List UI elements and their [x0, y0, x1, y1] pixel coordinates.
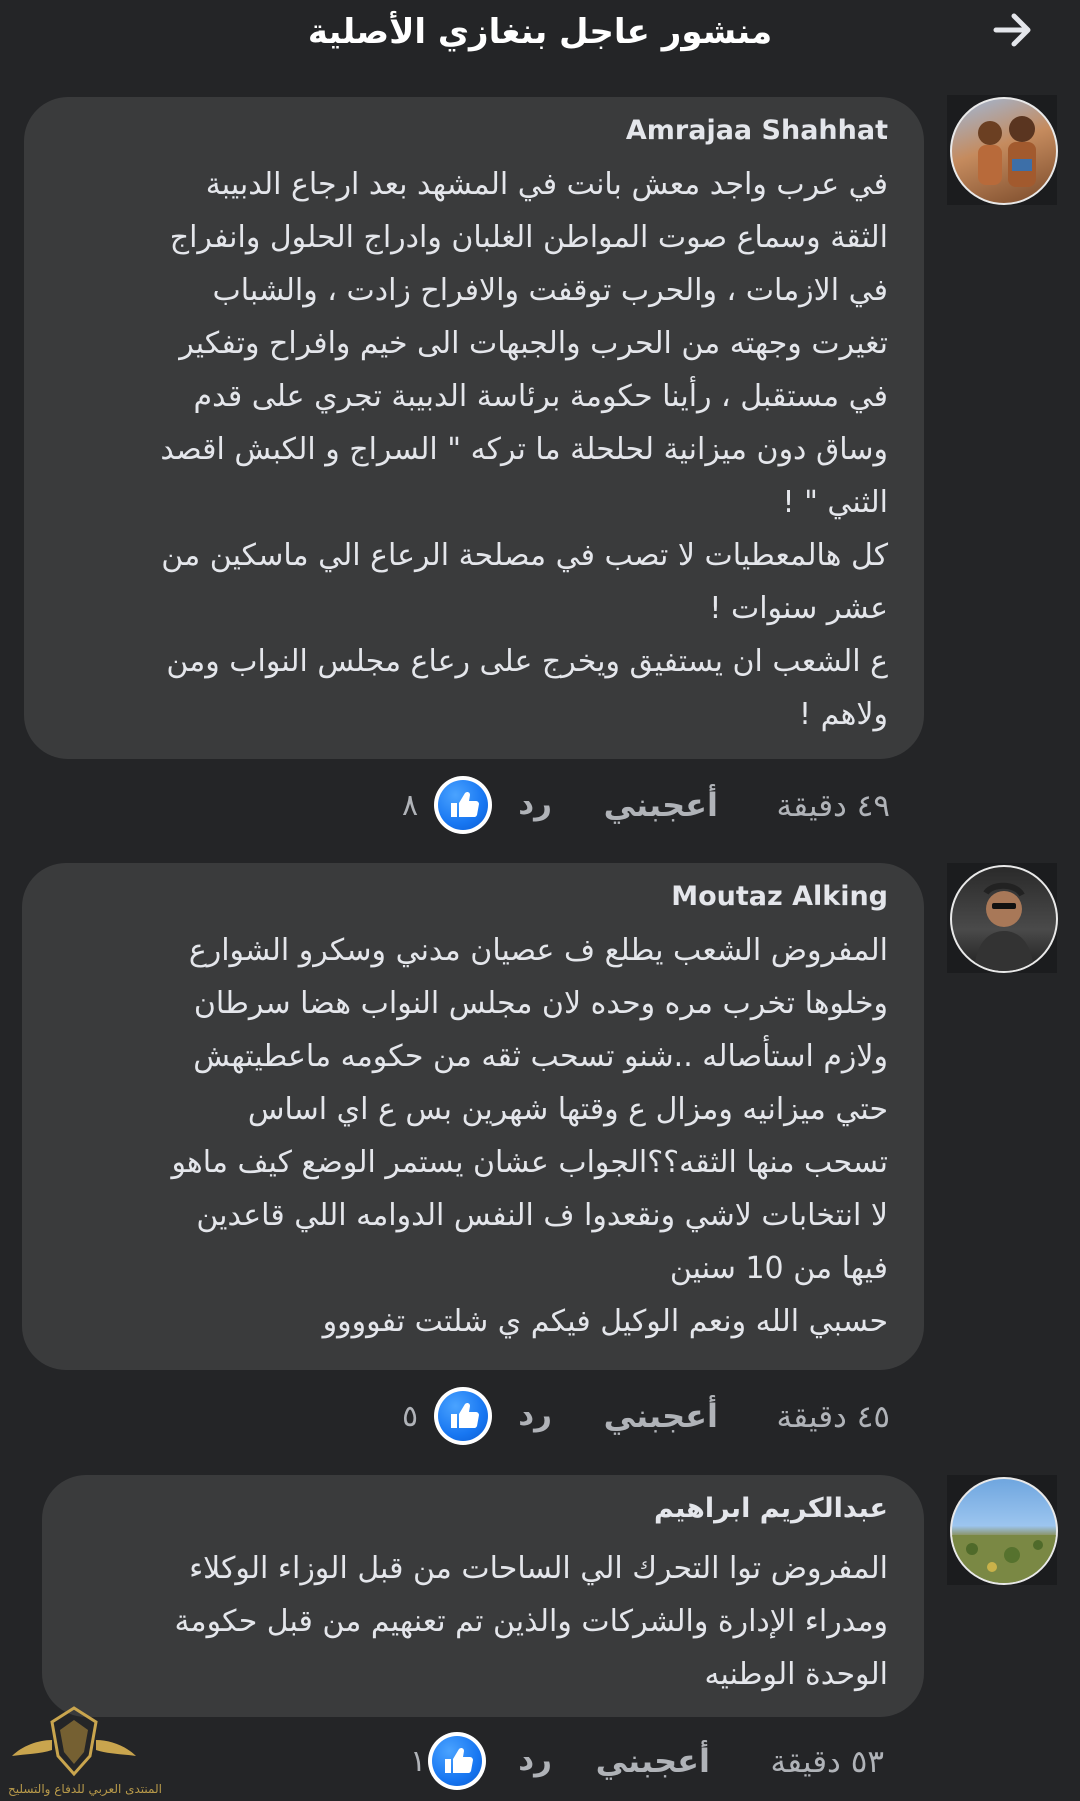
watermark-text: المنتدى العربي للدفاع والتسليح [8, 1782, 162, 1796]
comment-line: تسحب منها الثقه؟؟الجواب عشان يستمر الوضع… [171, 1145, 888, 1180]
comment-line: ولاهم ! [799, 697, 888, 732]
comment-timestamp: ٤٩ دقيقة [776, 788, 890, 824]
comment-line: وخلوها تخرب مره وحده لان مجلس النواب هضا… [193, 986, 888, 1021]
page-title: منشور عاجل بنغازي الأصلية [307, 12, 773, 52]
profile-photo [974, 882, 1034, 971]
comment-line: حسبي الله ونعم الوكيل فيكم ي شلتت تفوووو [322, 1304, 888, 1339]
comment-line: المفروض الشعب يطلع ف عصيان مدني وسكرو ال… [188, 933, 888, 968]
like-button[interactable]: أعجبني [596, 1742, 710, 1780]
profile-photo [952, 1535, 1056, 1583]
comment-bubble: عبدالكريم ابراهيم المفروض توا التحرك الي… [42, 1475, 924, 1717]
comment-author[interactable]: Amrajaa Shahhat [626, 115, 888, 146]
comment-line: حتي ميزانيه ومزال ع وقتها شهرين بس ع اي … [247, 1092, 888, 1127]
comment-timestamp: ٥٣ دقيقة [770, 1744, 884, 1780]
comment-line: عشر سنوات ! [709, 591, 888, 626]
comment-line: الثقة وسماع صوت المواطن الغلبان وادراج ا… [169, 220, 888, 255]
profile-photo [978, 116, 1036, 187]
like-count: ٨ [402, 788, 419, 823]
comment-line: فيها من 10 سنين [669, 1251, 888, 1286]
comment-author[interactable]: عبدالكريم ابراهيم [654, 1493, 888, 1524]
comment-line: لا انتخابات لاشي ونقعدوا ف النفس الدوامه… [196, 1198, 888, 1233]
comment-line: المفروض توا التحرك الي الساحات من قبل ال… [189, 1551, 888, 1586]
thumbs-up-icon[interactable] [434, 1387, 492, 1445]
avatar[interactable] [947, 1475, 1058, 1585]
like-count: ١ [410, 1744, 427, 1779]
comment-line: وساق دون ميزانية لحلحلة ما تركه " السراج… [160, 432, 888, 467]
thumbs-up-icon[interactable] [434, 776, 492, 834]
comment-line: ومدراء الإدارة والشركات والذين تم تعنهيم… [174, 1604, 888, 1639]
comment-timestamp: ٤٥ دقيقة [776, 1399, 890, 1435]
comment-actions: ٥٣ دقيقة أعجبني رد ١ [0, 1730, 1080, 1794]
comment-author[interactable]: Moutaz Alking [671, 881, 888, 912]
comment-bubble: Moutaz Alking المفروض الشعب يطلع ف عصيان… [22, 863, 924, 1370]
reply-button[interactable]: رد [518, 786, 552, 822]
comment-line: تغيرت وجهته من الحرب والجبهات الى خيم وا… [179, 326, 888, 361]
comment-line: في مستقبل ، رأينا حكومة برئاسة الدبيبة ت… [193, 379, 888, 414]
top-bar: منشور عاجل بنغازي الأصلية [0, 0, 1080, 70]
avatar[interactable] [947, 863, 1058, 973]
arrow-right-icon[interactable] [990, 6, 1038, 54]
like-button[interactable]: أعجبني [604, 786, 718, 824]
reply-button[interactable]: رد [518, 1742, 552, 1778]
comment-actions: ٤٩ دقيقة أعجبني رد ٨ [0, 774, 1080, 838]
comment-line: الوحدة الوطنيه [704, 1657, 888, 1692]
comment-line: ع الشعب ان يستفيق ويخرج على رعاع مجلس ال… [166, 644, 888, 679]
comment-line: ولازم استأصاله ..شنو تسحب ثقه من حكومه م… [193, 1039, 888, 1074]
reply-button[interactable]: رد [518, 1397, 552, 1433]
comment-bubble: Amrajaa Shahhat في عرب واجد معش بانت في … [24, 97, 924, 759]
like-count: ٥ [402, 1399, 419, 1434]
like-button[interactable]: أعجبني [604, 1397, 718, 1435]
comment-actions: ٤٥ دقيقة أعجبني رد ٥ [0, 1385, 1080, 1449]
avatar[interactable] [947, 95, 1058, 205]
comment-line: في عرب واجد معش بانت في المشهد بعد ارجاع… [205, 167, 888, 202]
comment-line: في الازمات ، والحرب توقفت والافراح زادت … [212, 273, 888, 308]
thumbs-up-icon[interactable] [428, 1732, 486, 1790]
comment-line: كل هالمعطيات لا تصب في مصلحة الرعاع الي … [161, 538, 888, 573]
comment-line: الثني " ! [782, 485, 888, 520]
